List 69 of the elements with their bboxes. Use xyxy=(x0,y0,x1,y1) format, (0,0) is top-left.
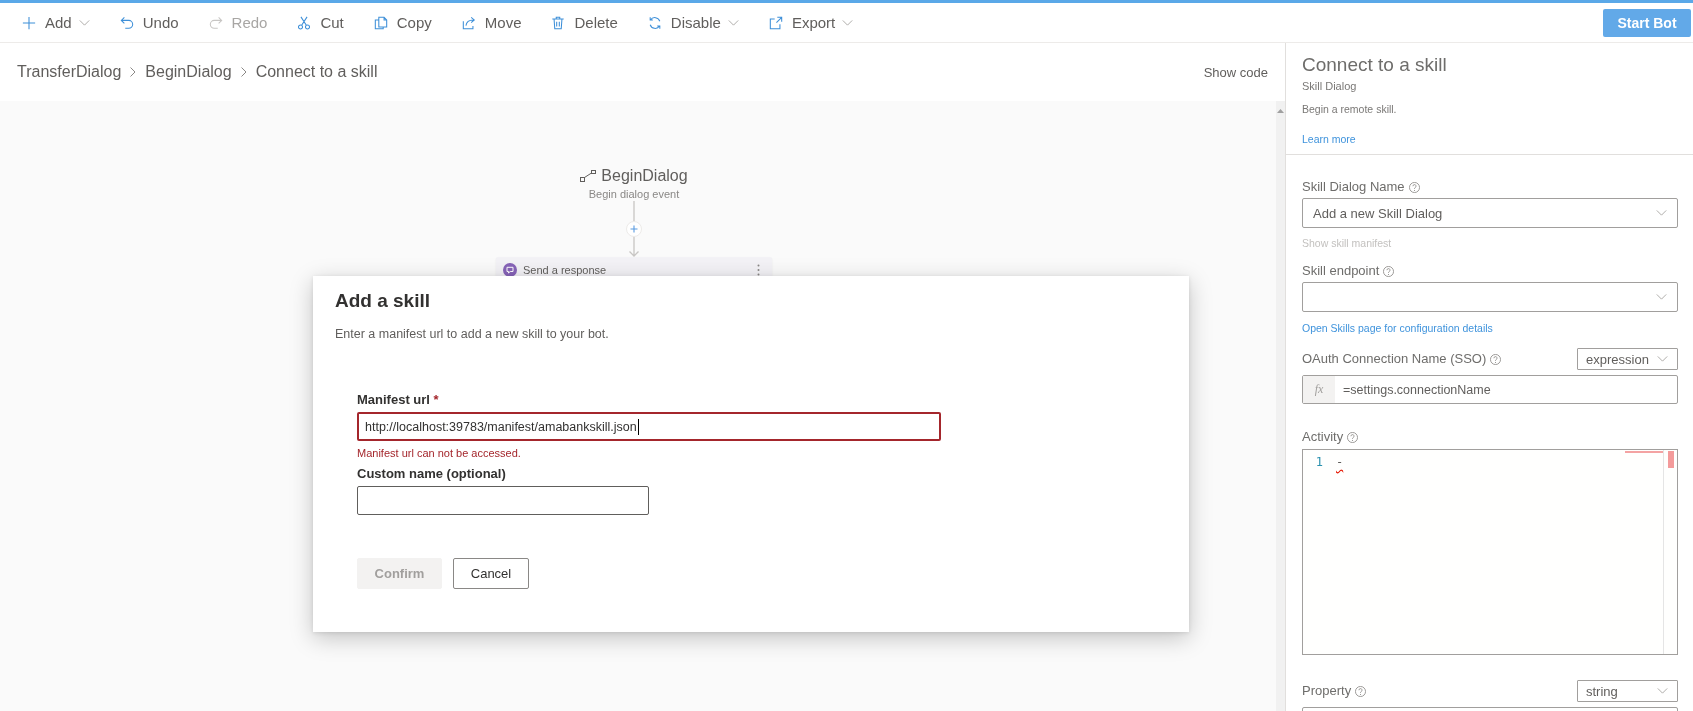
disable-button[interactable]: Disable xyxy=(647,7,739,38)
field-label: Property xyxy=(1302,683,1352,699)
field-label: Activity xyxy=(1302,429,1344,445)
scrollbar[interactable] xyxy=(1276,101,1285,711)
expression-prefix: fx xyxy=(1303,376,1335,403)
dialog-description: Enter a manifest url to add a new skill to your bot. xyxy=(335,326,609,342)
text-field[interactable]: fx =settings.connectionName xyxy=(1302,375,1678,404)
export-button[interactable]: Export xyxy=(768,7,854,38)
plus-icon xyxy=(22,15,36,30)
breadcrumb-link[interactable]: TransferDialog xyxy=(17,63,122,81)
help-icon[interactable] xyxy=(1355,685,1367,697)
type-dropdown[interactable]: expression xyxy=(1577,348,1678,370)
share-arrow-icon xyxy=(461,15,476,30)
skills-page-link[interactable]: Open Skills page for configuration details xyxy=(1302,321,1493,335)
dropdown[interactable]: Add a new Skill Dialog xyxy=(1302,198,1678,228)
copy-button[interactable]: Copy xyxy=(373,7,432,38)
breadcrumb-link[interactable]: Connect to a skill xyxy=(255,63,378,81)
field-label: Skill Dialog Name xyxy=(1302,179,1405,195)
panel-title: Connect to a skill xyxy=(1302,53,1447,77)
breadcrumb-link[interactable]: BeginDialog xyxy=(145,63,232,81)
more-options-icon[interactable] xyxy=(757,263,760,276)
chevron-down-icon xyxy=(1657,356,1668,362)
cycle-arrows-icon xyxy=(647,15,662,30)
text-field[interactable] xyxy=(357,486,649,515)
field-label: Custom name (optional) xyxy=(357,466,506,482)
chevron-right-icon xyxy=(240,67,247,77)
redo-icon xyxy=(208,15,223,30)
help-icon[interactable] xyxy=(1490,353,1502,365)
trigger-subtitle: Begin dialog event xyxy=(588,187,680,201)
type-dropdown[interactable]: string xyxy=(1577,680,1678,702)
dropdown[interactable] xyxy=(1302,282,1678,312)
chevron-down-icon xyxy=(1657,688,1668,694)
connector-arrow xyxy=(628,201,640,257)
move-button[interactable]: Move xyxy=(461,7,522,38)
help-icon[interactable] xyxy=(1383,265,1395,277)
action-title: Send a response xyxy=(523,263,608,276)
scroll-up-icon[interactable] xyxy=(1277,109,1284,113)
chevron-right-icon xyxy=(130,67,137,77)
undo-icon xyxy=(119,15,134,30)
error-message: Manifest url can not be accessed. xyxy=(357,446,521,460)
field-label: OAuth Connection Name (SSO) xyxy=(1302,351,1487,367)
undo-button[interactable]: Undo xyxy=(119,7,179,38)
field-label: Manifest url * xyxy=(357,392,439,408)
text-field[interactable]: http://localhost:39783/manifest/amabankskill.json xyxy=(357,412,941,441)
cancel-button[interactable]: Cancel xyxy=(453,558,529,589)
delete-button[interactable]: Delete xyxy=(551,7,618,38)
line-number: 1 xyxy=(1314,455,1323,469)
linked-squares-icon xyxy=(580,170,597,182)
panel-subtitle: Skill Dialog xyxy=(1302,79,1357,93)
help-icon[interactable] xyxy=(1408,181,1420,193)
code-text: - xyxy=(1336,455,1344,469)
learn-more-link[interactable]: Learn more xyxy=(1302,132,1356,146)
field-value: =settings.connectionName xyxy=(1342,381,1491,399)
chevron-down-icon xyxy=(1656,210,1667,216)
export-icon xyxy=(768,15,783,30)
trash-icon xyxy=(551,15,566,30)
dialog-title: Add a skill xyxy=(335,289,431,313)
cut-button[interactable]: Cut xyxy=(297,7,344,38)
chevron-down-icon xyxy=(1656,294,1667,300)
trigger-title[interactable]: BeginDialog xyxy=(601,167,688,185)
copy-icon xyxy=(373,15,388,30)
plus-circle-icon[interactable] xyxy=(626,221,642,237)
field-label: Skill endpoint xyxy=(1302,263,1380,279)
code-editor[interactable]: 1 - xyxy=(1302,449,1678,655)
panel-description: Begin a remote skill. xyxy=(1302,102,1397,116)
help-icon[interactable] xyxy=(1347,431,1359,443)
show-code-button[interactable]: Show code xyxy=(1203,64,1268,80)
add-button[interactable]: Add xyxy=(22,7,90,38)
scissors-icon xyxy=(297,15,312,30)
